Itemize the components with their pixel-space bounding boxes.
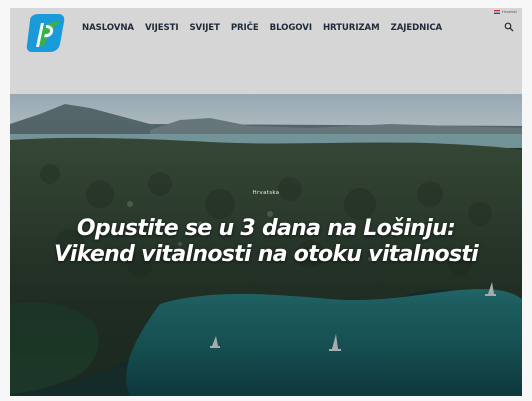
nav-item-naslovna[interactable]: NASLOVNA <box>82 23 134 33</box>
nav-item-blogovi[interactable]: BLOGOVI <box>270 23 312 33</box>
fp-logo-icon <box>26 14 65 52</box>
language-label: Hrvatski <box>502 10 517 14</box>
nav-item-price[interactable]: PRIČE <box>231 23 259 33</box>
search-icon[interactable] <box>504 22 514 32</box>
language-switcher[interactable]: Hrvatski <box>494 10 517 14</box>
croatian-flag-icon <box>494 10 500 14</box>
main-nav: NASLOVNA VIJESTI SVIJET PRIČE BLOGOVI HR… <box>82 20 442 36</box>
hero-banner[interactable]: Hrvatska Opustite se u 3 dana na Lošinju… <box>10 94 522 396</box>
nav-item-svijet[interactable]: SVIJET <box>189 23 219 33</box>
site-header: NASLOVNA VIJESTI SVIJET PRIČE BLOGOVI HR… <box>10 8 522 94</box>
site-logo[interactable] <box>24 11 68 55</box>
nav-item-hrturizam[interactable]: HRTURIZAM <box>323 23 380 33</box>
article-category[interactable]: Hrvatska <box>10 190 522 196</box>
article-title[interactable]: Opustite se u 3 dana na Lošinju: Vikend … <box>50 216 482 268</box>
nav-item-vijesti[interactable]: VIJESTI <box>145 23 179 33</box>
nav-item-zajednica[interactable]: ZAJEDNICA <box>391 23 443 33</box>
